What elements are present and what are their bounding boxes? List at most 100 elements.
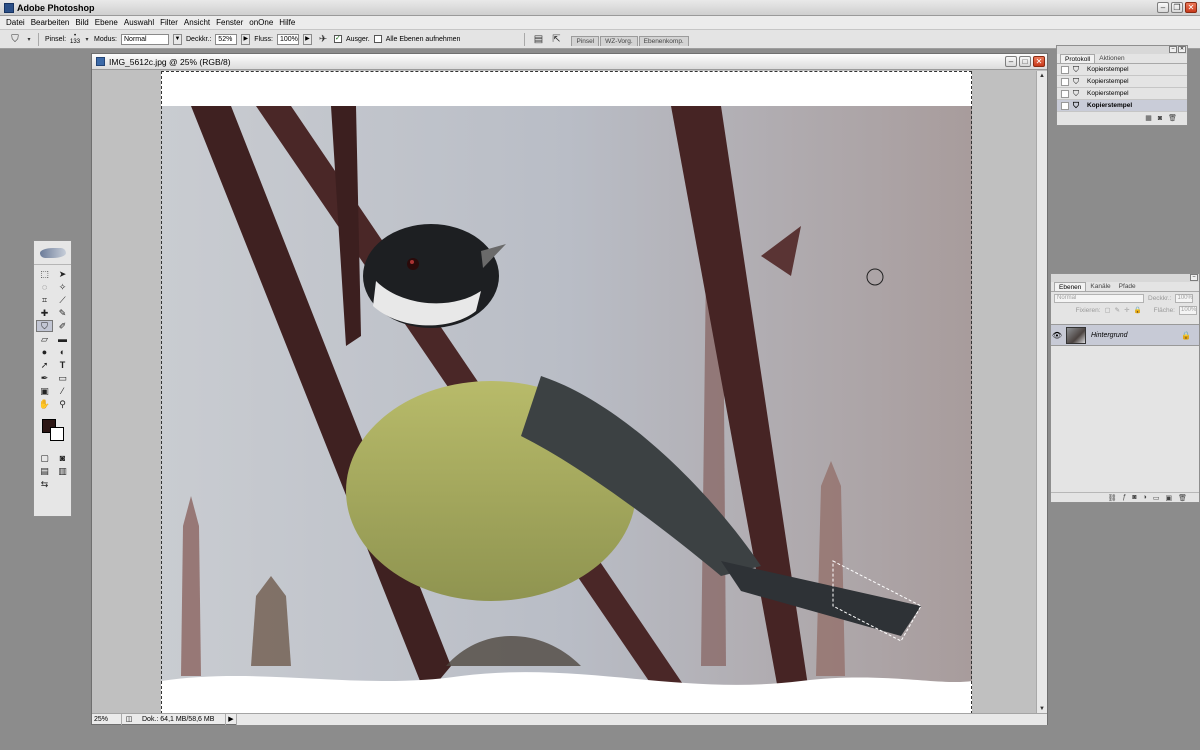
- quick-mask-mode-icon[interactable]: ◙: [54, 452, 71, 464]
- tab-pfade[interactable]: Pfade: [1115, 282, 1140, 291]
- close-button[interactable]: ✕: [1185, 2, 1197, 13]
- menu-filter[interactable]: Filter: [157, 18, 181, 27]
- delete-layer-icon[interactable]: 🗑: [1178, 494, 1187, 502]
- all-layers-checkbox[interactable]: [373, 35, 382, 43]
- lock-position-icon[interactable]: ✛: [1124, 306, 1129, 314]
- brush-tool-icon[interactable]: ✎: [54, 307, 71, 319]
- mode-dropdown-arrow-icon[interactable]: ▼: [173, 33, 182, 45]
- hand-tool-icon[interactable]: ✋: [36, 398, 53, 410]
- background-color-swatch[interactable]: [50, 427, 64, 441]
- eyedropper-tool-icon[interactable]: ⁄: [54, 385, 71, 397]
- chevron-down-icon[interactable]: ▾: [26, 32, 32, 46]
- chevron-down-icon[interactable]: ▾: [84, 32, 90, 46]
- lock-transparency-icon[interactable]: ▢: [1105, 306, 1111, 314]
- bird-photo[interactable]: [161, 106, 972, 714]
- opacity-input[interactable]: 52%: [215, 33, 238, 45]
- lasso-tool-icon[interactable]: ◌: [36, 281, 53, 293]
- palette-minimize-button[interactable]: –: [1169, 46, 1177, 53]
- document-minimize-button[interactable]: –: [1005, 56, 1017, 67]
- path-selection-tool-icon[interactable]: ➚: [36, 359, 53, 371]
- canvas-area[interactable]: [92, 71, 1038, 714]
- marquee-tool-icon[interactable]: ⬚: [36, 268, 53, 280]
- adjustment-layer-icon[interactable]: ◑: [1143, 494, 1147, 501]
- history-snapshot-checkbox[interactable]: [1061, 65, 1069, 74]
- tools-palette-header[interactable]: [34, 241, 71, 265]
- full-screen-mode-icon[interactable]: ▥: [54, 465, 71, 477]
- history-snapshot-checkbox[interactable]: [1061, 89, 1069, 98]
- menu-bild[interactable]: Bild: [72, 18, 91, 27]
- flow-input[interactable]: 100%: [276, 33, 299, 45]
- crop-tool-icon[interactable]: ⌗: [36, 294, 53, 306]
- layer-row-hintergrund[interactable]: 👁 Hintergrund 🔒: [1051, 324, 1199, 346]
- vertical-scrollbar[interactable]: ▲ ▼: [1036, 71, 1047, 714]
- history-snapshot-checkbox[interactable]: [1061, 101, 1069, 110]
- link-layers-icon[interactable]: ⛓: [1108, 494, 1117, 502]
- flow-slider-arrow-icon[interactable]: ▶: [302, 33, 312, 45]
- history-item[interactable]: ⛉ Kopierstempel: [1057, 76, 1187, 88]
- status-menu-arrow-icon[interactable]: ▶: [226, 715, 236, 723]
- document-maximize-button[interactable]: □: [1019, 56, 1031, 67]
- eraser-tool-icon[interactable]: ▱: [36, 333, 53, 345]
- menu-ebene[interactable]: Ebene: [92, 18, 121, 27]
- shape-tool-icon[interactable]: ▭: [54, 372, 71, 384]
- brush-picker[interactable]: • 133: [70, 33, 80, 45]
- document-close-button[interactable]: ✕: [1033, 56, 1045, 67]
- new-layer-icon[interactable]: ▣: [1165, 494, 1172, 502]
- notes-tool-icon[interactable]: ▣: [36, 385, 53, 397]
- lock-all-icon[interactable]: 🔒: [1134, 306, 1142, 314]
- clone-stamp-tool-preset-icon[interactable]: ⛉: [8, 32, 22, 46]
- palette-close-button[interactable]: ✕: [1178, 46, 1186, 53]
- layer-mask-icon[interactable]: ◙: [1132, 494, 1136, 501]
- history-item-selected[interactable]: ⛉ Kopierstempel: [1057, 100, 1187, 112]
- preview-icon[interactable]: ◫: [122, 715, 136, 723]
- move-tool-icon[interactable]: ➤: [54, 268, 71, 280]
- blur-tool-icon[interactable]: ●: [36, 346, 53, 358]
- palette-minimize-button[interactable]: –: [1190, 274, 1198, 281]
- tab-aktionen[interactable]: Aktionen: [1095, 54, 1128, 63]
- menu-ansicht[interactable]: Ansicht: [181, 18, 213, 27]
- palette-well-tab-pinsel[interactable]: Pinsel: [571, 36, 600, 46]
- history-item[interactable]: ⛉ Kopierstempel: [1057, 88, 1187, 100]
- new-snapshot-icon[interactable]: ◙: [1158, 115, 1162, 122]
- history-item[interactable]: ⛉ Kopierstempel: [1057, 64, 1187, 76]
- aligned-checkbox[interactable]: ✓: [333, 35, 342, 43]
- tab-protokoll[interactable]: Protokoll: [1060, 54, 1096, 63]
- zoom-tool-icon[interactable]: ⚲: [54, 398, 71, 410]
- menu-hilfe[interactable]: Hilfe: [276, 18, 298, 27]
- imageready-icon[interactable]: ⇱: [549, 32, 563, 46]
- menu-bearbeiten[interactable]: Bearbeiten: [28, 18, 73, 27]
- screen-mode-icon[interactable]: ▤: [36, 465, 53, 477]
- layer-opacity-input[interactable]: 100%: [1175, 293, 1194, 303]
- menu-auswahl[interactable]: Auswahl: [121, 18, 157, 27]
- healing-brush-tool-icon[interactable]: ✚: [36, 307, 53, 319]
- restore-button[interactable]: ❐: [1171, 2, 1183, 13]
- menu-onone[interactable]: onOne: [246, 18, 276, 27]
- dodge-tool-icon[interactable]: ◐: [54, 346, 71, 358]
- blend-mode-select[interactable]: Normal: [1054, 293, 1144, 303]
- jump-to-imageready-icon[interactable]: ⇆: [36, 478, 53, 490]
- horizontal-scrollbar[interactable]: [236, 713, 1047, 725]
- mode-select[interactable]: Normal: [121, 33, 169, 45]
- tab-kanaele[interactable]: Kanäle: [1086, 282, 1114, 291]
- slice-tool-icon[interactable]: ⟋: [54, 294, 71, 306]
- clone-stamp-tool-icon[interactable]: ⛉: [36, 320, 53, 332]
- file-browser-icon[interactable]: ▤: [531, 32, 545, 46]
- airbrush-icon[interactable]: ✈: [316, 32, 330, 46]
- type-tool-icon[interactable]: T: [54, 359, 71, 371]
- history-brush-tool-icon[interactable]: ✐: [54, 320, 71, 332]
- menu-datei[interactable]: Datei: [3, 18, 28, 27]
- gradient-tool-icon[interactable]: ▬: [54, 333, 71, 345]
- tab-ebenen[interactable]: Ebenen: [1054, 282, 1087, 291]
- standard-mode-icon[interactable]: ▢: [36, 452, 53, 464]
- new-group-icon[interactable]: ▭: [1153, 494, 1160, 502]
- scroll-up-arrow-icon[interactable]: ▲: [1037, 71, 1047, 81]
- menu-fenster[interactable]: Fenster: [213, 18, 246, 27]
- layer-style-icon[interactable]: ƒ: [1122, 494, 1126, 501]
- lock-pixels-icon[interactable]: ✎: [1115, 306, 1120, 314]
- pen-tool-icon[interactable]: ✒: [36, 372, 53, 384]
- canvas[interactable]: [161, 71, 972, 714]
- history-snapshot-checkbox[interactable]: [1061, 77, 1069, 86]
- new-document-from-state-icon[interactable]: ▦: [1145, 114, 1152, 122]
- palette-well-tab-ebenenkomp[interactable]: Ebenenkomp.: [638, 36, 689, 46]
- minimize-button[interactable]: –: [1157, 2, 1169, 13]
